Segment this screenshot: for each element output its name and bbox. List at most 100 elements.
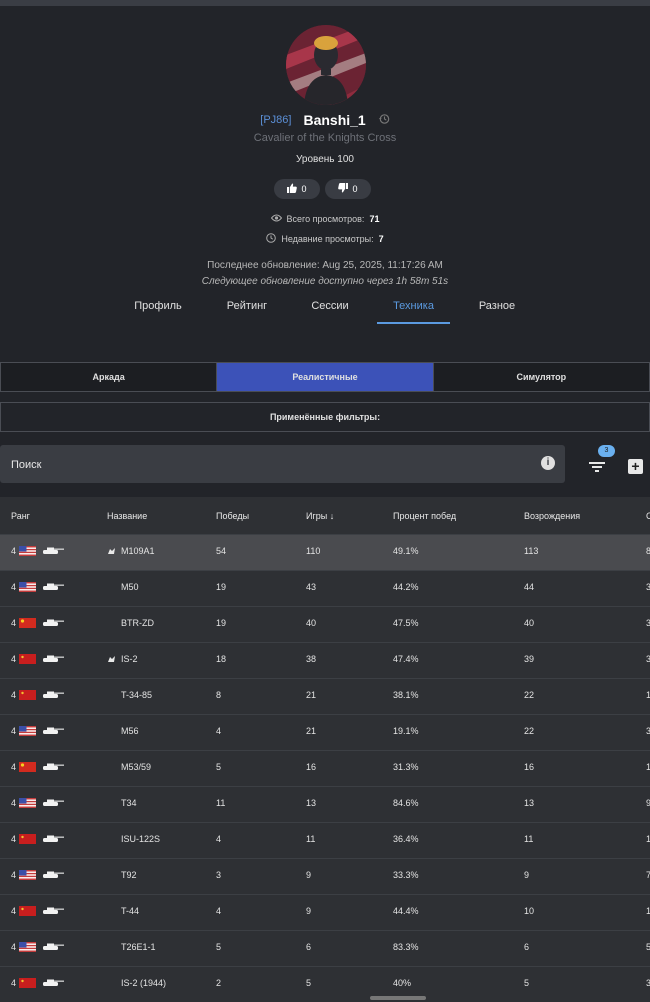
table-row[interactable]: 4 T92 3 9 33.3% 9 7 <box>0 858 650 894</box>
col-name[interactable]: Название <box>107 511 147 521</box>
wins-cell: 19 <box>216 618 227 628</box>
table-row[interactable]: 4 BTR-ZD 19 40 47.5% 40 3 <box>0 606 650 642</box>
mode-realistic[interactable]: Реалистичные <box>217 363 434 391</box>
rank-cell: 4 <box>11 726 17 736</box>
winrate-cell: 83.3% <box>393 942 419 952</box>
respawns-cell: 40 <box>524 618 535 628</box>
tab-rating[interactable]: Рейтинг <box>218 294 276 322</box>
china-flag-icon <box>19 618 36 628</box>
vehicle-icon <box>41 618 65 627</box>
username: Banshi_1 <box>303 112 366 128</box>
ussr-flag-icon <box>19 690 36 700</box>
name-cell[interactable]: IS-2 (1944) <box>121 978 166 988</box>
scrollbar[interactable] <box>370 996 426 1000</box>
top-bar <box>0 0 650 6</box>
name-cell[interactable]: T-44 <box>121 906 139 916</box>
games-cell: 11 <box>306 834 316 844</box>
vehicle-icon <box>41 762 65 771</box>
dislike-button[interactable]: 0 <box>325 179 371 199</box>
name-cell[interactable]: M53/59 <box>121 762 151 772</box>
total-views: Всего просмотров: 71 <box>0 214 650 224</box>
tab-profile[interactable]: Профиль <box>128 294 188 322</box>
table-row[interactable]: 4 IS-2 18 38 47.4% 39 3 <box>0 642 650 678</box>
usa-flag-icon <box>19 546 36 556</box>
like-button[interactable]: 0 <box>274 179 320 199</box>
col-games[interactable]: Игры ↓ <box>306 511 334 521</box>
avatar[interactable] <box>286 25 366 105</box>
respawns-cell: 44 <box>524 582 535 592</box>
table-header: Ранг Название Победы Игры ↓ Процент побе… <box>0 497 650 534</box>
clan-tag[interactable]: [PJ86] <box>260 114 291 126</box>
wins-cell: 3 <box>216 870 222 880</box>
next-update: Следующее обновление доступно через 1h 5… <box>201 276 449 287</box>
games-cell: 5 <box>306 978 312 988</box>
name-cell[interactable]: M109A1 <box>121 546 155 556</box>
table-row[interactable]: 4 M109A1 54 110 49.1% 113 8 <box>0 534 650 570</box>
like-count: 0 <box>301 184 307 194</box>
wins-cell: 4 <box>216 834 222 844</box>
winrate-cell: 40% <box>393 978 412 988</box>
winrate-cell: 84.6% <box>393 798 419 808</box>
table-row[interactable]: 4 ISU-122S 4 11 36.4% 11 1 <box>0 822 650 858</box>
rank-cell: 4 <box>11 582 17 592</box>
table-row[interactable]: 4 M53/59 5 16 31.3% 16 1 <box>0 750 650 786</box>
applied-filters: Применённые фильтры: <box>0 402 650 432</box>
winrate-cell: 49.1% <box>393 546 419 556</box>
games-cell: 110 <box>306 546 321 556</box>
extra-cell: 5 <box>646 942 650 952</box>
respawns-cell: 16 <box>524 762 535 772</box>
rank-cell: 4 <box>11 870 17 880</box>
add-icon[interactable]: + <box>628 459 643 474</box>
games-cell: 21 <box>306 690 317 700</box>
recent-views: Недавние просмотры: 7 <box>0 233 650 245</box>
wins-cell: 11 <box>216 798 226 808</box>
history-icon[interactable] <box>378 113 390 128</box>
tab-sessions[interactable]: Сессии <box>302 294 358 322</box>
col-rank[interactable]: Ранг <box>11 511 30 521</box>
thumbs-down-icon <box>338 183 349 195</box>
china-flag-icon <box>19 762 36 772</box>
table-row[interactable]: 4 T34 11 13 84.6% 13 9 <box>0 786 650 822</box>
name-cell[interactable]: IS-2 <box>121 654 138 664</box>
table-row[interactable]: 4 M56 4 21 19.1% 22 3 <box>0 714 650 750</box>
tab-vehicles[interactable]: Техника <box>377 294 450 324</box>
winrate-cell: 33.3% <box>393 870 419 880</box>
search-input[interactable] <box>0 445 533 485</box>
usa-flag-icon <box>19 798 36 808</box>
col-winrate[interactable]: Процент побед <box>393 511 456 521</box>
col-respawns[interactable]: Возрождения <box>524 511 580 521</box>
info-icon[interactable]: i <box>541 456 555 470</box>
table-row[interactable]: 4 T-34-85 8 21 38.1% 22 1 <box>0 678 650 714</box>
mode-simulator[interactable]: Симулятор <box>434 363 649 391</box>
name-cell[interactable]: M50 <box>121 582 139 592</box>
mode-arcade[interactable]: Аркада <box>1 363 218 391</box>
table-row[interactable]: 4 M50 19 43 44.2% 44 3 <box>0 570 650 606</box>
table-row[interactable]: 4 T26E1-1 5 6 83.3% 6 5 <box>0 930 650 966</box>
clock-icon <box>266 233 277 245</box>
usa-flag-icon <box>19 726 36 736</box>
name-cell[interactable]: T26E1-1 <box>121 942 156 952</box>
col-wins[interactable]: Победы <box>216 511 249 521</box>
table-row[interactable]: 4 IS-2 (1944) 2 5 40% 5 3 <box>0 966 650 1002</box>
name-cell[interactable]: M56 <box>121 726 139 736</box>
respawns-cell: 22 <box>524 726 535 736</box>
name-cell[interactable]: T34 <box>121 798 137 808</box>
rank-cell: 4 <box>11 654 17 664</box>
sort-arrow-icon: ↓ <box>329 511 335 521</box>
name-cell[interactable]: BTR-ZD <box>121 618 154 628</box>
name-cell[interactable]: T-34-85 <box>121 690 152 700</box>
respawns-cell: 10 <box>524 906 535 916</box>
usa-flag-icon <box>19 870 36 880</box>
winrate-cell: 47.4% <box>393 654 419 664</box>
respawns-cell: 6 <box>524 942 530 952</box>
premium-icon <box>107 655 116 666</box>
tab-misc[interactable]: Разное <box>470 294 524 322</box>
extra-cell: 3 <box>646 978 650 988</box>
wins-cell: 19 <box>216 582 227 592</box>
name-cell[interactable]: ISU-122S <box>121 834 160 844</box>
name-cell[interactable]: T92 <box>121 870 137 880</box>
table-row[interactable]: 4 T-44 4 9 44.4% 10 1 <box>0 894 650 930</box>
winrate-cell: 31.3% <box>393 762 419 772</box>
extra-cell: 3 <box>646 618 650 628</box>
premium-icon <box>107 547 116 558</box>
